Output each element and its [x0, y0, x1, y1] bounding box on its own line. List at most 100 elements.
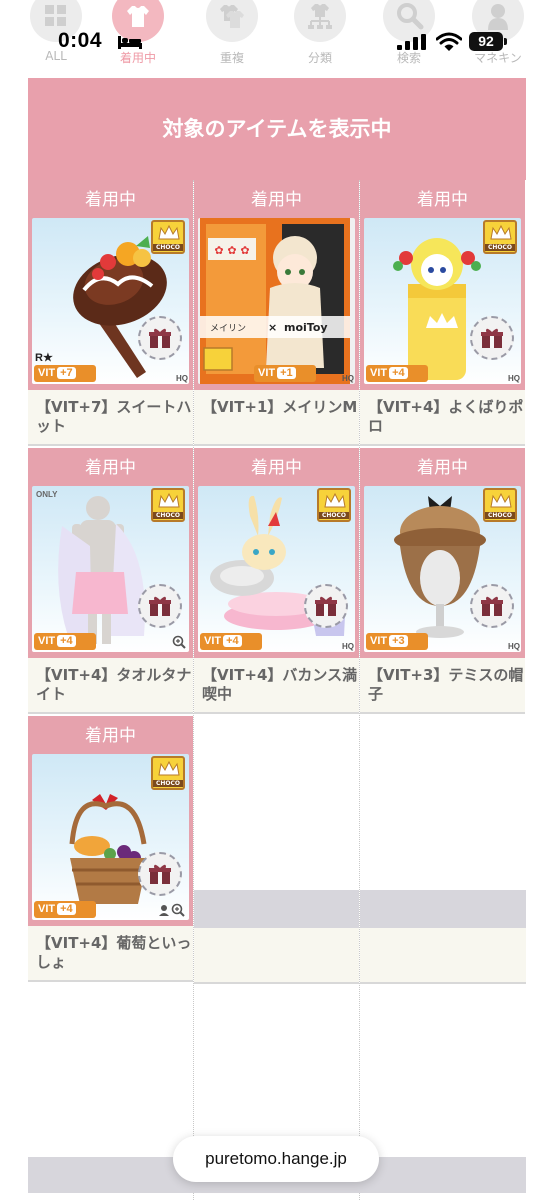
item-card[interactable]: 着用中 [360, 180, 525, 446]
gift-icon[interactable] [470, 316, 514, 360]
vit-badge: VIT +3 [366, 633, 428, 650]
item-frame: CHOCO VIT +4 HQ [194, 486, 359, 658]
empty-slot-bar [360, 890, 526, 928]
vit-label: VIT [204, 635, 222, 647]
only-label: ONLY [36, 490, 58, 499]
choco-badge: CHOCO [151, 488, 185, 522]
hq-label: HQ [508, 374, 520, 383]
item-card[interactable]: 着用中 ✿ ✿ ✿ メイリン × moiToy VIT +1 HQ 【VIT+1… [194, 180, 359, 446]
wearing-tag: 着用中 [28, 180, 193, 218]
wearing-tag: 着用中 [194, 180, 359, 218]
vit-label: VIT [38, 903, 56, 915]
item-name: 【VIT+7】スイートハット [28, 390, 193, 446]
gift-icon[interactable] [304, 584, 348, 628]
gift-icon[interactable] [138, 316, 182, 360]
empty-slot-name [360, 928, 526, 984]
item-thumbnail: CHOCO VIT +3 HQ [364, 486, 521, 652]
item-frame: CHOCO VIT +4 HQ [360, 218, 525, 390]
wearing-tag: 着用中 [28, 716, 193, 754]
vit-label: VIT [258, 367, 276, 379]
vit-value: +4 [57, 635, 76, 647]
wifi-icon [436, 32, 462, 51]
meirin-collab-art: ✿ ✿ ✿ メイリン × moiToy [200, 218, 350, 384]
moitoy-caption: moiToy [284, 321, 328, 334]
item-card[interactable]: 着用中 [28, 716, 193, 982]
item-name: 【VIT+4】葡萄といっしょ [28, 926, 193, 982]
hq-label: HQ [342, 642, 354, 651]
choco-label: CHOCO [153, 780, 183, 787]
item-name: 【VIT+4】バカンス満喫中 [194, 658, 359, 714]
battery-indicator: 92 [469, 32, 503, 51]
vit-badge: VIT +4 [366, 365, 428, 382]
choco-label: CHOCO [485, 244, 515, 251]
choco-badge: CHOCO [483, 220, 517, 254]
wearing-tag: 着用中 [194, 448, 359, 486]
svg-text:✿ ✿ ✿: ✿ ✿ ✿ [214, 244, 249, 257]
vit-badge: VIT +4 [34, 901, 96, 918]
vit-value: +7 [57, 367, 76, 379]
item-card[interactable]: 着用中 ONLY CHOCO VIT +4 【VIT+4】タオルタナイト [28, 448, 193, 714]
item-card[interactable]: 着用中 CHO [28, 180, 193, 446]
avatar-zoom-icon[interactable] [158, 903, 186, 917]
gift-icon[interactable] [470, 584, 514, 628]
item-frame: CHOCO VIT +3 HQ [360, 486, 525, 658]
gift-icon[interactable] [138, 584, 182, 628]
item-thumbnail: CHOCO VIT +4 [32, 754, 189, 920]
item-thumbnail: CHOCO VIT +4 HQ [198, 486, 355, 652]
item-thumbnail: ONLY CHOCO VIT +4 [32, 486, 189, 652]
vit-badge: VIT +4 [200, 633, 262, 650]
url-bar[interactable]: puretomo.hange.jp [173, 1136, 379, 1182]
cellular-signal-icon [397, 34, 426, 50]
vit-value: +3 [389, 635, 408, 647]
choco-label: CHOCO [153, 244, 183, 251]
item-frame: ONLY CHOCO VIT +4 [28, 486, 193, 658]
rarity-badge: R★ [35, 352, 53, 364]
hq-label: HQ [508, 642, 520, 651]
zoom-icon[interactable] [172, 635, 186, 649]
page: ALL 着用中 重複 分類 検索 マネキン 0:04 92 対象のアイテムを表示… [0, 0, 554, 1200]
choco-label: CHOCO [485, 512, 515, 519]
svg-text:×: × [268, 321, 277, 334]
list-banner: 対象のアイテムを表示中 [28, 78, 526, 180]
choco-label: CHOCO [319, 512, 349, 519]
sleep-focus-icon [118, 36, 142, 49]
vit-badge: VIT +1 [254, 365, 316, 382]
choco-label: CHOCO [153, 512, 183, 519]
item-thumbnail: CHOCO VIT +4 HQ [364, 218, 521, 384]
item-thumbnail: CHOCO R★ VIT +7 HQ [32, 218, 189, 384]
meirin-caption: メイリン [210, 324, 246, 334]
vit-badge: VIT +4 [34, 633, 96, 650]
gift-icon[interactable] [138, 852, 182, 896]
item-frame: CHOCO R★ VIT +7 HQ [28, 218, 193, 390]
item-card[interactable]: 着用中 [194, 448, 359, 714]
choco-badge: CHOCO [317, 488, 351, 522]
vit-value: +4 [223, 635, 242, 647]
item-frame: CHOCO VIT +4 [28, 754, 193, 926]
status-time: 0:04 [58, 29, 103, 52]
vit-label: VIT [370, 635, 388, 647]
wearing-tag: 着用中 [28, 448, 193, 486]
hq-label: HQ [342, 374, 354, 383]
item-name: 【VIT+3】テミスの帽子 [360, 658, 525, 714]
choco-badge: CHOCO [151, 756, 185, 790]
wearing-tag: 着用中 [360, 448, 525, 486]
item-name: 【VIT+1】メイリンM [194, 390, 359, 446]
vit-badge: VIT +7 [34, 365, 96, 382]
choco-badge: CHOCO [483, 488, 517, 522]
item-thumbnail: ✿ ✿ ✿ メイリン × moiToy VIT +1 HQ [198, 218, 355, 384]
battery-cap [504, 38, 507, 45]
choco-badge: CHOCO [151, 220, 185, 254]
item-frame: ✿ ✿ ✿ メイリン × moiToy VIT +1 HQ [194, 218, 359, 390]
empty-slot-name [194, 928, 359, 984]
vit-label: VIT [38, 635, 56, 647]
item-list: 対象のアイテムを表示中 着用中 CHOCO R★ VIT +7 HQ 【VIT+… [28, 78, 526, 1200]
vit-value: +4 [57, 903, 76, 915]
item-name: 【VIT+4】タオルタナイト [28, 658, 193, 714]
empty-slot-bar [194, 890, 359, 928]
vit-label: VIT [370, 367, 388, 379]
vit-value: +4 [389, 367, 408, 379]
status-bar: 0:04 92 [0, 0, 554, 60]
item-name: 【VIT+4】よくばりポロ [360, 390, 525, 446]
item-card[interactable]: 着用中 CHO [360, 448, 525, 714]
vit-label: VIT [38, 367, 56, 379]
